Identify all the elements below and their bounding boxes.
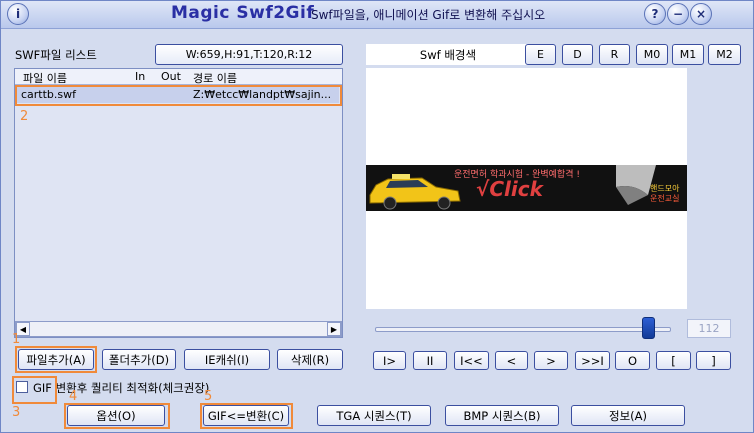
delete-button[interactable]: 삭제(R) xyxy=(277,349,343,370)
rewind-start-button[interactable]: I<< xyxy=(454,351,489,370)
annotation-label-3: 3 xyxy=(12,405,21,420)
annotation-label-5: 5 xyxy=(204,389,213,404)
scroll-right-icon[interactable]: ▶ xyxy=(327,322,341,336)
e-button[interactable]: E xyxy=(525,44,556,65)
tga-sequence-button[interactable]: TGA 시퀀스(T) xyxy=(317,405,431,426)
pause-button[interactable]: II xyxy=(413,351,447,370)
d-button[interactable]: D xyxy=(562,44,593,65)
minimize-icon[interactable]: − xyxy=(667,3,689,25)
m1-button[interactable]: M1 xyxy=(672,44,704,65)
prev-frame-button[interactable]: < xyxy=(495,351,528,370)
annotation-box-5 xyxy=(200,403,293,429)
close-icon[interactable]: × xyxy=(690,3,712,25)
annotation-box-4 xyxy=(64,403,170,429)
annotation-box-1 xyxy=(15,346,97,373)
m0-button[interactable]: M0 xyxy=(636,44,668,65)
app-window: i Magic Swf2Gif Swf파일을, 애니메이션 Gif로 변환해 주… xyxy=(0,0,754,433)
annotation-label-2: 2 xyxy=(20,109,29,124)
next-frame-button[interactable]: > xyxy=(534,351,568,370)
frame-slider-track[interactable] xyxy=(375,327,671,332)
annotation-label-1: 1 xyxy=(12,332,21,347)
ie-cache-button[interactable]: IE캐쉬(I) xyxy=(184,349,270,370)
annotation-label-4: 4 xyxy=(69,389,78,404)
mark-in-button[interactable]: [ xyxy=(656,351,691,370)
column-out[interactable]: Out xyxy=(161,70,181,83)
banner-right-text-2: 운전교실 xyxy=(650,194,680,203)
forward-end-button[interactable]: >>I xyxy=(575,351,610,370)
file-list-header: 파일 이름 In Out 경로 이름 xyxy=(15,69,342,85)
file-list[interactable]: 파일 이름 In Out 경로 이름 carttb.swf Z:₩etcc₩la… xyxy=(14,68,343,338)
horizontal-scrollbar[interactable]: ◀ ▶ xyxy=(15,321,342,337)
annotation-box-2 xyxy=(15,85,342,106)
swf-info-box: W:659,H:91,T:120,R:12 xyxy=(155,44,343,65)
m2-button[interactable]: M2 xyxy=(708,44,741,65)
swf-banner: 운전면허 학과시험 - 완벽예합격 ! √Click 핸드모아 운전교실 xyxy=(366,165,687,211)
title-bar[interactable]: i Magic Swf2Gif Swf파일을, 애니메이션 Gif로 변환해 주… xyxy=(1,1,753,29)
bg-color-label[interactable]: Swf 배경색 xyxy=(366,44,530,65)
play-button[interactable]: I> xyxy=(373,351,406,370)
add-folder-button[interactable]: 폴더추가(D) xyxy=(102,349,176,370)
gif-optimize-label: GIF 변환후 퀄리티 최적화(체크권장) xyxy=(33,381,210,395)
app-subtitle: Swf파일을, 애니메이션 Gif로 변환해 주십시오 xyxy=(311,8,546,22)
swf-preview-area[interactable]: 운전면허 학과시험 - 완벽예합격 ! √Click 핸드모아 운전교실 xyxy=(366,68,687,309)
file-list-label: SWF파일 리스트 xyxy=(15,48,97,62)
bmp-sequence-button[interactable]: BMP 시퀀스(B) xyxy=(445,405,559,426)
frame-number-field[interactable]: 112 xyxy=(687,319,731,338)
annotation-box-3 xyxy=(12,376,57,404)
column-in[interactable]: In xyxy=(135,70,145,83)
info-button[interactable]: 정보(A) xyxy=(571,405,685,426)
help-icon[interactable]: ? xyxy=(644,3,666,25)
stop-button[interactable]: O xyxy=(615,351,650,370)
banner-main-text: √Click xyxy=(476,177,543,201)
frame-slider-thumb[interactable] xyxy=(642,317,655,339)
info-icon[interactable]: i xyxy=(7,3,29,25)
app-title: Magic Swf2Gif xyxy=(171,3,315,23)
column-filename[interactable]: 파일 이름 xyxy=(23,70,67,86)
mark-out-button[interactable]: ] xyxy=(696,351,731,370)
column-path[interactable]: 경로 이름 xyxy=(193,70,237,86)
r-button[interactable]: R xyxy=(599,44,630,65)
